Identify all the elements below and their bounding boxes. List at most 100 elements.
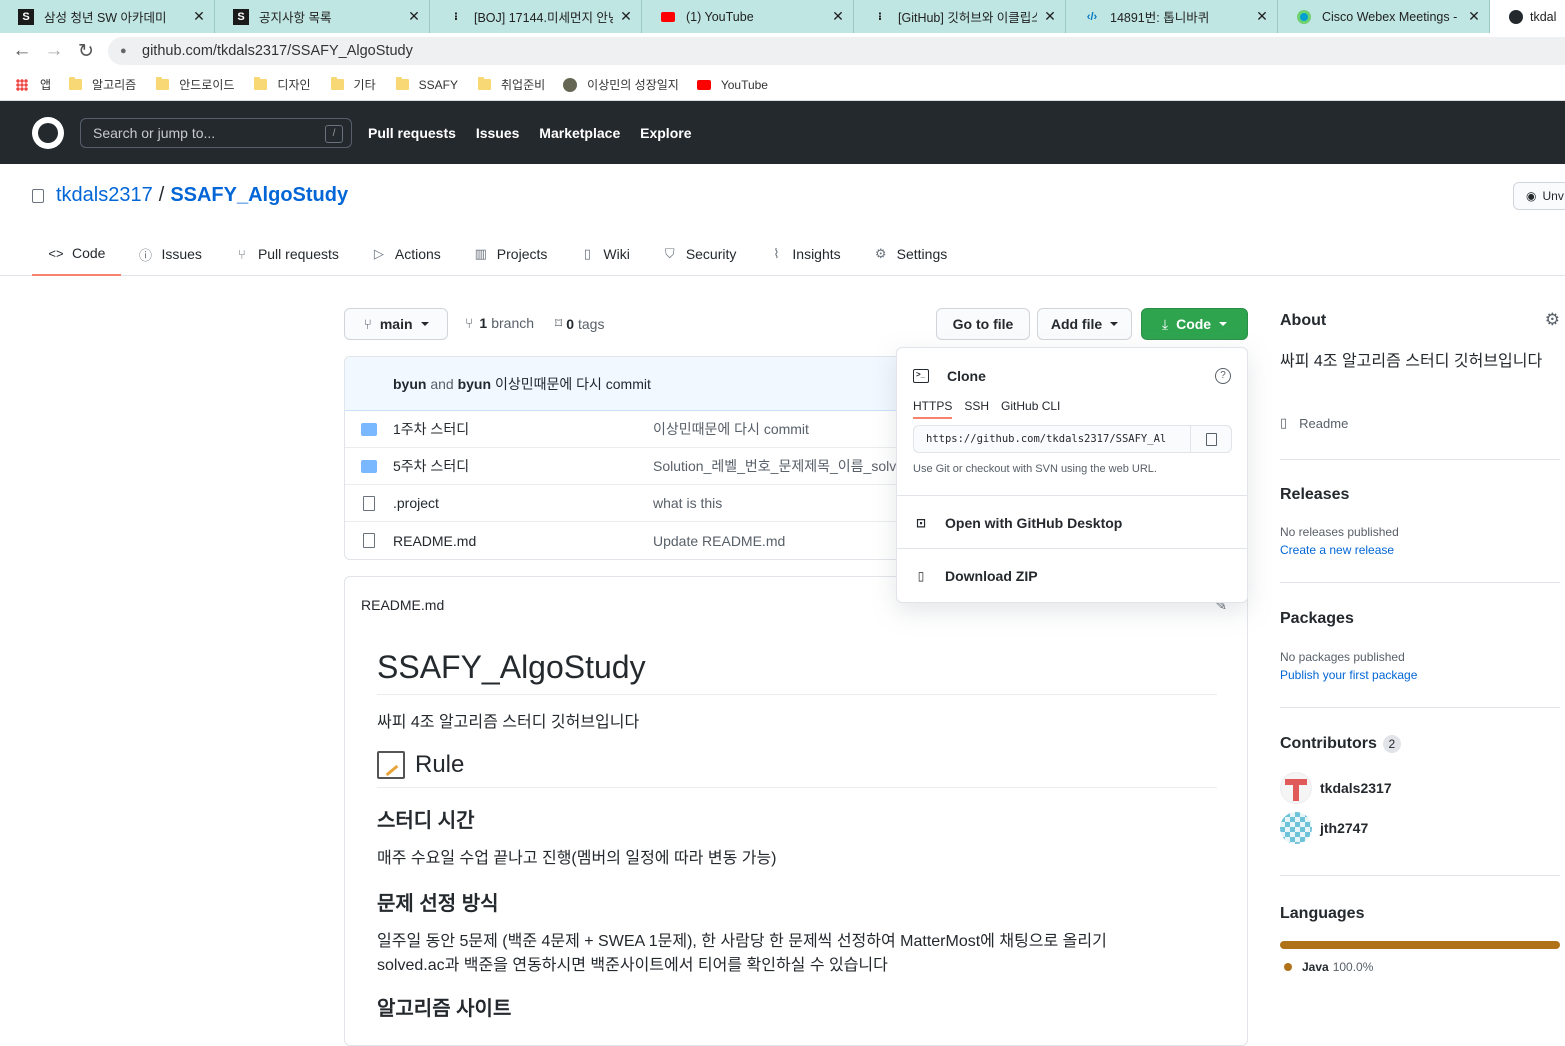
tab-settings[interactable]: ⚙ Settings <box>857 232 964 276</box>
nav-marketplace[interactable]: Marketplace <box>539 125 620 141</box>
tab-ssh[interactable]: SSH <box>964 399 989 419</box>
help-icon[interactable]: ? <box>1215 368 1231 384</box>
repo-owner-link[interactable]: tkdals2317 <box>56 184 153 207</box>
close-icon[interactable]: ✕ <box>192 8 206 25</box>
book-icon: ▯ <box>1280 415 1288 430</box>
tab-actions[interactable]: ▷ Actions <box>355 232 457 276</box>
github-icon <box>1508 9 1524 25</box>
tab-insights[interactable]: ⌇ Insights <box>752 232 856 276</box>
repo-header: tkdals2317 / SSAFY_AlgoStudy ◉ Unv <> Code… <box>0 164 1565 276</box>
tab-https[interactable]: HTTPS <box>913 399 953 419</box>
repo-name-link[interactable]: SSAFY_AlgoStudy <box>170 184 348 207</box>
releases-title: Releases <box>1280 486 1350 503</box>
readme-intro: 싸피 4조 알고리즘 스터디 깃허브입니다 <box>377 714 640 731</box>
bookmark-folder[interactable]: 안드로이드 <box>156 76 234 93</box>
language-item[interactable]: Java 100.0% <box>1284 960 1373 974</box>
bookmark-folder[interactable]: 알고리즘 <box>69 76 136 93</box>
releases-section: Releases No releases published Create a … <box>1280 460 1560 583</box>
bookmark-folder[interactable]: 기타 <box>330 76 376 93</box>
folder-icon <box>361 422 377 436</box>
caret-down-icon <box>1219 322 1228 326</box>
browser-tab-active[interactable]: tkdals23 <box>1490 0 1565 33</box>
forward-arrow-icon[interactable]: → <box>38 40 70 62</box>
close-icon[interactable]: ✕ <box>1043 8 1057 25</box>
folder-icon <box>330 77 344 90</box>
close-icon[interactable]: ✕ <box>831 8 845 25</box>
memo-icon <box>377 751 405 779</box>
add-file-button[interactable]: Add file <box>1037 308 1132 340</box>
close-icon[interactable]: ✕ <box>619 8 633 25</box>
browser-tab[interactable]: Cisco Webex Meetings - L ✕ <box>1278 0 1490 33</box>
search-input[interactable]: Search or jump to... / <box>80 117 352 148</box>
nav-issues[interactable]: Issues <box>476 125 520 141</box>
download-zip-button[interactable]: ▯ Download ZIP <box>897 548 1247 602</box>
open-desktop-button[interactable]: ⊡ Open with GitHub Desktop <box>897 495 1247 549</box>
browser-tab[interactable]: (1) YouTube ✕ <box>642 0 854 33</box>
close-icon[interactable]: ✕ <box>1255 8 1269 25</box>
contributor-item[interactable]: tkdals2317 <box>1280 772 1480 804</box>
languages-title: Languages <box>1280 905 1365 922</box>
graph-icon: ⌇ <box>773 246 780 261</box>
contributor-item[interactable]: jth2747 <box>1280 812 1480 844</box>
tab-pull-requests[interactable]: ⑂ Pull requests <box>218 232 355 276</box>
browser-tab[interactable]: ‹/› 14891번: 톱니바퀴 ✕ <box>1066 0 1278 33</box>
nav-pull-requests[interactable]: Pull requests <box>368 125 456 141</box>
contributors-count: 2 <box>1382 735 1401 753</box>
tab-github-cli[interactable]: GitHub CLI <box>1001 399 1060 419</box>
unwatch-button[interactable]: ◉ Unv <box>1513 182 1565 210</box>
commit-author[interactable]: byun <box>458 376 491 392</box>
readme-select-heading: 문제 선정 방식 <box>377 893 499 915</box>
code-icon: <> <box>48 245 64 261</box>
branch-count-link[interactable]: ⑂ 1 branch <box>465 315 534 331</box>
folder-icon <box>254 77 268 90</box>
address-bar: ← → ↻ ● github.com/tkdals2317/SSAFY_Algo… <box>0 33 1565 69</box>
readme-panel: README.md ✎ SSAFY_AlgoStudy 싸피 4조 알고리즘 스… <box>344 576 1248 1046</box>
url-field[interactable]: ● github.com/tkdals2317/SSAFY_AlgoStudy <box>108 37 1565 65</box>
bookmark-link[interactable]: 이상민의 성장일지 <box>563 76 679 93</box>
tab-projects[interactable]: ▥ Projects <box>457 232 564 276</box>
tab-wiki[interactable]: ▯ Wiki <box>563 232 645 276</box>
readme-link[interactable]: ▯ Readme <box>1280 415 1348 431</box>
folder-icon <box>156 77 170 90</box>
back-arrow-icon[interactable]: ← <box>6 40 38 62</box>
eye-icon: ◉ <box>1526 189 1537 203</box>
commit-message[interactable]: 이상민때문에 다시 commit <box>495 374 651 394</box>
bookmark-folder[interactable]: SSAFY <box>395 77 458 92</box>
browser-tab[interactable]: ⁝ [BOJ] 17144.미세먼지 안녕 ✕ <box>430 0 642 33</box>
project-icon: ▥ <box>474 246 487 261</box>
browser-tab[interactable]: ⁝ [GitHub] 깃허브와 이클립스 ✕ <box>854 0 1066 33</box>
go-to-file-button[interactable]: Go to file <box>936 308 1030 340</box>
bookmarks-bar: 앱 알고리즘 안드로이드 디자인 기타 SSAFY 취업준비 이상민의 성장일지… <box>0 69 1565 101</box>
commit-author[interactable]: byun <box>393 376 426 392</box>
bookmark-folder[interactable]: 취업준비 <box>478 76 545 93</box>
github-logo-icon[interactable] <box>32 116 64 149</box>
repo-icon <box>32 188 44 203</box>
issue-icon: ⓘ <box>138 247 152 263</box>
bookmark-link[interactable]: YouTube <box>696 78 768 92</box>
bookmark-apps[interactable]: 앱 <box>16 76 51 93</box>
copy-button[interactable] <box>1190 425 1232 453</box>
tab-code[interactable]: <> Code <box>32 232 122 276</box>
branch-icon: ⑂ <box>465 315 474 331</box>
tab-security[interactable]: ⛉ Security <box>646 232 753 276</box>
code-button[interactable]: ⤓ Code <box>1141 308 1248 340</box>
close-icon[interactable]: ✕ <box>1467 8 1481 25</box>
file-icon <box>363 495 375 511</box>
nav-explore[interactable]: Explore <box>640 125 691 141</box>
readme-select-text: 일주일 동안 5문제 (백준 4문제 + SWEA 1문제), 한 사람당 한 … <box>377 933 1107 974</box>
reload-icon[interactable]: ↻ <box>70 40 102 63</box>
gear-icon[interactable]: ⚙ <box>1545 310 1560 330</box>
branch-select-button[interactable]: ⑂ main <box>344 308 448 340</box>
book-icon: ▯ <box>583 246 591 261</box>
create-release-link[interactable]: Create a new release <box>1280 543 1394 557</box>
apps-grid-icon <box>16 78 28 91</box>
close-icon[interactable]: ✕ <box>407 8 421 25</box>
avatar-icon <box>563 77 578 92</box>
tab-issues[interactable]: ⓘ Issues <box>121 232 217 276</box>
bookmark-folder[interactable]: 디자인 <box>254 76 311 93</box>
publish-package-link[interactable]: Publish your first package <box>1280 668 1417 682</box>
tag-count-link[interactable]: ⌑ 0 tags <box>555 315 604 332</box>
browser-tab[interactable]: S 공지사항 목록 ✕ <box>215 0 430 33</box>
clone-url-input[interactable]: https://github.com/tkdals2317/SSAFY_Al <box>913 425 1191 453</box>
browser-tab[interactable]: S 삼성 청년 SW 아카데미 ✕ <box>0 0 215 33</box>
